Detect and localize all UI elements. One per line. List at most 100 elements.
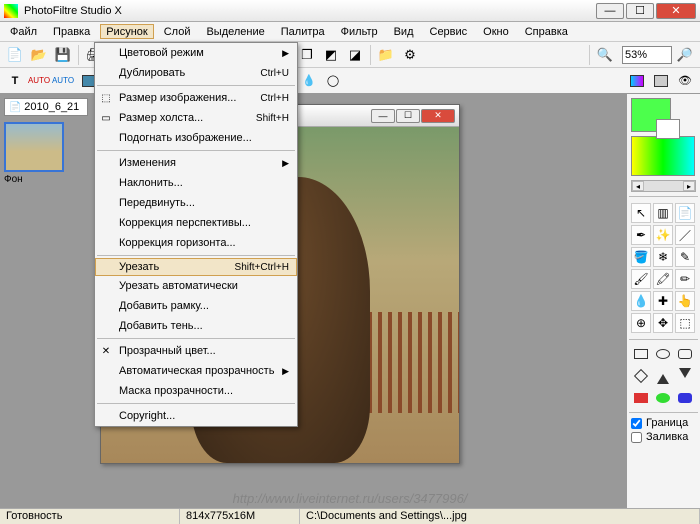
menuitem[interactable]: Изменения▶ xyxy=(95,153,297,173)
wand-tool-icon[interactable]: ✨ xyxy=(653,225,673,245)
doc-close-button[interactable]: ✕ xyxy=(421,109,455,123)
menu-правка[interactable]: Правка xyxy=(47,24,96,39)
rect-fill-shape-icon[interactable] xyxy=(631,388,651,408)
clone-tool-icon[interactable]: ✚ xyxy=(653,291,673,311)
doc-tool-icon[interactable]: 📄 xyxy=(675,203,695,223)
menu-сервис[interactable]: Сервис xyxy=(424,24,474,39)
rect-shape-icon[interactable] xyxy=(631,344,651,364)
menuitem[interactable]: Copyright... xyxy=(95,406,297,426)
browse-icon[interactable]: 📁 xyxy=(375,44,397,66)
menuitem[interactable]: Добавить рамку... xyxy=(95,296,297,316)
bucket-tool-icon[interactable]: 🪣 xyxy=(631,247,651,267)
stamp-tool-icon[interactable]: ⊕ xyxy=(631,313,651,333)
layer-thumbnail[interactable] xyxy=(4,122,64,172)
open-icon[interactable]: 📂 xyxy=(28,44,50,66)
menuitem[interactable]: ДублироватьCtrl+U xyxy=(95,63,297,83)
diamond-shape-icon[interactable] xyxy=(631,366,651,386)
zoom-out-icon[interactable]: 🔍 xyxy=(594,44,616,66)
pal1-icon[interactable] xyxy=(626,70,648,92)
zoom-in-icon[interactable]: 🔎 xyxy=(674,44,696,66)
menuitem[interactable]: Передвинуть... xyxy=(95,193,297,213)
page-tool-icon[interactable]: ▥ xyxy=(653,203,673,223)
minimize-button[interactable]: — xyxy=(596,3,624,19)
pointer-tool-icon[interactable]: ↖ xyxy=(631,203,651,223)
roundrect-fill-shape-icon[interactable] xyxy=(675,388,695,408)
menuitem[interactable]: ⬚Размер изображения...Ctrl+H xyxy=(95,88,297,108)
menu-выделение[interactable]: Выделение xyxy=(200,24,270,39)
fill-checkbox[interactable]: Заливка xyxy=(631,431,696,443)
menuitem[interactable]: Маска прозрачности... xyxy=(95,381,297,401)
menuitem[interactable]: Подогнать изображение... xyxy=(95,128,297,148)
app-logo-icon xyxy=(4,4,18,18)
menuitem[interactable]: Автоматическая прозрачность▶ xyxy=(95,361,297,381)
circle-icon[interactable]: ◯ xyxy=(322,70,344,92)
brush2-tool-icon[interactable]: 🖍 xyxy=(653,269,673,289)
auto-icon[interactable]: ⚙ xyxy=(399,44,421,66)
menu-файл[interactable]: Файл xyxy=(4,24,43,39)
save-icon[interactable]: 💾 xyxy=(52,44,74,66)
triangle-shape-icon[interactable] xyxy=(653,366,673,386)
auto-blue-icon[interactable]: AUTO xyxy=(52,70,74,92)
new-icon[interactable]: 📄 xyxy=(4,44,26,66)
marker-tool-icon[interactable]: ✏ xyxy=(675,269,695,289)
menu-рисунок[interactable]: Рисунок xyxy=(100,24,154,39)
maximize-button[interactable]: ☐ xyxy=(626,3,654,19)
crop-tool-icon[interactable]: ⬚ xyxy=(675,313,695,333)
menuitem[interactable]: Цветовой режим▶ xyxy=(95,43,297,63)
ellipse-shape-icon[interactable] xyxy=(653,344,673,364)
color-picker-gradient[interactable] xyxy=(631,136,695,176)
move-tool-icon[interactable]: ✥ xyxy=(653,313,673,333)
document-tab[interactable]: 📄 2010_6_21 xyxy=(4,98,88,116)
doc-minimize-button[interactable]: — xyxy=(371,109,395,123)
menuitem[interactable]: ✕Прозрачный цвет... xyxy=(95,341,297,361)
zoom-input[interactable] xyxy=(622,46,672,64)
tool-icon[interactable]: ◩ xyxy=(320,44,342,66)
pal2-icon[interactable] xyxy=(650,70,672,92)
scroll-right-icon[interactable]: ▸ xyxy=(683,181,695,191)
roundrect-shape-icon[interactable] xyxy=(675,344,695,364)
window-buttons: — ☐ ✕ xyxy=(596,3,696,19)
hue-scrollbar[interactable]: ◂▸ xyxy=(631,180,696,192)
menuitem-icon: ⬚ xyxy=(99,91,113,105)
blur-tool-icon[interactable]: 💧 xyxy=(631,291,651,311)
menuitem-label: Коррекция горизонта... xyxy=(119,237,236,249)
menuitem[interactable]: УрезатьShift+Ctrl+H xyxy=(95,258,297,276)
drop-icon[interactable]: 💧 xyxy=(298,70,320,92)
eyedropper-tool-icon[interactable]: ✒ xyxy=(631,225,651,245)
menu-окно[interactable]: Окно xyxy=(477,24,515,39)
menuitem-label: Дублировать xyxy=(119,67,185,79)
foreground-color-swatch[interactable] xyxy=(631,98,671,132)
menuitem[interactable]: Добавить тень... xyxy=(95,316,297,336)
line-tool-icon[interactable]: ／ xyxy=(675,225,695,245)
text-icon[interactable]: T xyxy=(4,70,26,92)
brush-tool-icon[interactable]: 🖌 xyxy=(631,269,651,289)
menuitem[interactable]: Коррекция перспективы... xyxy=(95,213,297,233)
doc-maximize-button[interactable]: ☐ xyxy=(396,109,420,123)
menu-вид[interactable]: Вид xyxy=(388,24,420,39)
menuitem[interactable]: Урезать автоматически xyxy=(95,276,297,296)
layer-label: Фон xyxy=(4,174,88,185)
menuitem-label: Добавить тень... xyxy=(119,320,203,332)
auto-red-icon[interactable]: AUTO xyxy=(28,70,50,92)
titlebar: PhotoFiltre Studio X — ☐ ✕ xyxy=(0,0,700,22)
menuitem-label: Размер изображения... xyxy=(119,92,236,104)
menu-палитра[interactable]: Палитра xyxy=(275,24,331,39)
smudge-tool-icon[interactable]: 👆 xyxy=(675,291,695,311)
menuitem[interactable]: Коррекция горизонта... xyxy=(95,233,297,253)
triangle2-shape-icon[interactable] xyxy=(675,366,695,386)
layers-icon[interactable]: ❐ xyxy=(296,44,318,66)
scroll-left-icon[interactable]: ◂ xyxy=(632,181,644,191)
right-panel: ◂▸ ↖ ▥ 📄 ✒ ✨ ／ 🪣 ❄ ✎ 🖌 🖍 ✏ 💧 ✚ 👆 ⊕ ✥ ⬚ Г… xyxy=(626,94,700,508)
pencil-tool-icon[interactable]: ✎ xyxy=(675,247,695,267)
tool2-icon[interactable]: ◪ xyxy=(344,44,366,66)
ellipse-fill-shape-icon[interactable] xyxy=(653,388,673,408)
menu-справка[interactable]: Справка xyxy=(519,24,574,39)
menuitem[interactable]: Наклонить... xyxy=(95,173,297,193)
menu-фильтр[interactable]: Фильтр xyxy=(335,24,384,39)
close-button[interactable]: ✕ xyxy=(656,3,696,19)
eye-icon[interactable]: 👁 xyxy=(674,70,696,92)
menu-слой[interactable]: Слой xyxy=(158,24,197,39)
border-checkbox[interactable]: Граница xyxy=(631,417,696,429)
menuitem[interactable]: ▭Размер холста...Shift+H xyxy=(95,108,297,128)
spray-tool-icon[interactable]: ❄ xyxy=(653,247,673,267)
